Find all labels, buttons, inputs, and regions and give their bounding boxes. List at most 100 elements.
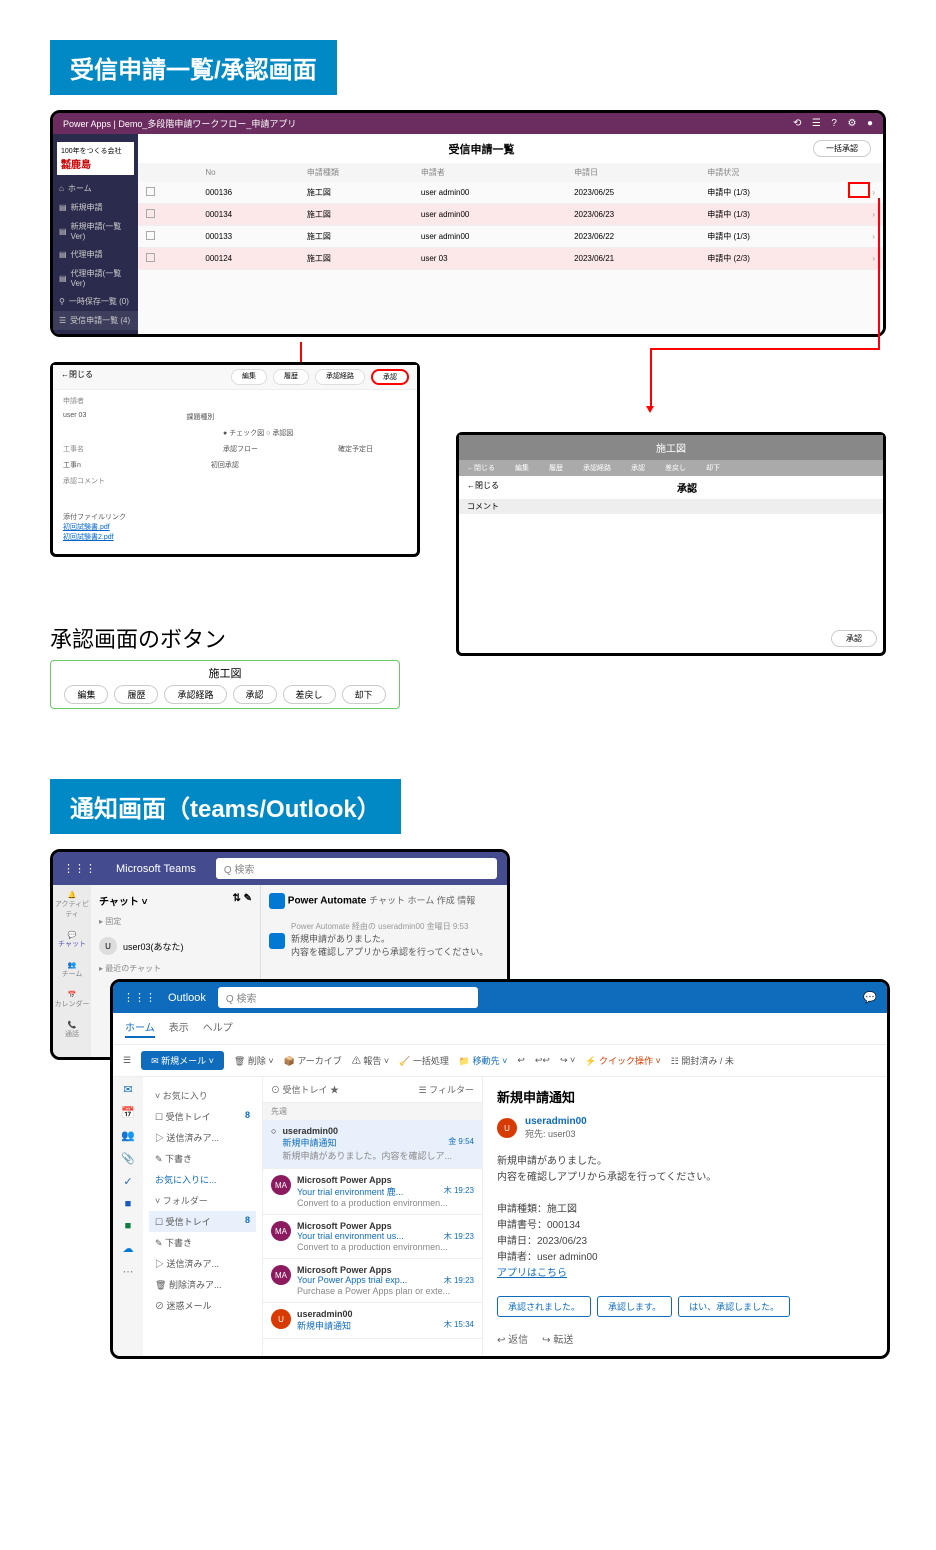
radio-approve[interactable]: 承認図 — [272, 430, 293, 437]
rail-activity[interactable]: 🔔アクティビティ — [53, 891, 91, 919]
folder-inbox2[interactable]: ☐ 受信トレイ8 — [149, 1211, 256, 1232]
chat-icon[interactable]: 💬 — [863, 991, 877, 1004]
onedrive-icon[interactable]: ☁ — [113, 1242, 143, 1255]
history-button[interactable]: 履歴 — [114, 685, 158, 704]
teams-search[interactable]: Q 検索 — [216, 858, 497, 879]
folder-sent[interactable]: ▷ 送信済みア... — [149, 1127, 256, 1148]
app-link[interactable]: アプリはこちら — [497, 1268, 567, 1279]
select-circle[interactable]: ○ — [271, 1126, 276, 1162]
comment-area[interactable] — [459, 514, 883, 624]
icon2[interactable]: ☰ — [812, 118, 821, 129]
radio-check[interactable]: チェック図 — [229, 430, 264, 437]
nav-proxy[interactable]: ▤代理申請 — [53, 245, 138, 264]
close-button[interactable]: ←閉じる — [61, 369, 93, 385]
menu-icon[interactable]: ☰ — [123, 1055, 131, 1066]
message-item[interactable]: ○ useradmin00新規申請通知金 9:54新規申請がありました。内容を確… — [263, 1120, 482, 1169]
folder-inbox[interactable]: ☐ 受信トレイ8 — [149, 1106, 256, 1127]
todo-icon[interactable]: ✓ — [113, 1175, 143, 1188]
archive-button[interactable]: 📦 アーカイブ — [284, 1054, 342, 1067]
rail-chat[interactable]: 💬チャット — [53, 931, 91, 949]
add-favorite[interactable]: お気に入りに... — [149, 1169, 256, 1190]
message-item[interactable]: U useradmin00新規申請通知木 15:34 — [263, 1303, 482, 1339]
excel-icon[interactable]: ■ — [113, 1220, 143, 1232]
approve-button[interactable]: 承認 — [233, 685, 277, 704]
outlook-search[interactable]: Q 検索 — [218, 987, 478, 1008]
forward-button[interactable]: ↪ 転送 — [542, 1331, 573, 1346]
filter-button[interactable]: ☰ フィルター — [419, 1083, 474, 1096]
reply-icon[interactable]: ↩ — [517, 1055, 525, 1066]
return-button[interactable]: 差戻し — [283, 685, 336, 704]
rail-calls[interactable]: 📞通話 — [53, 1021, 91, 1039]
file-link[interactable]: 初回試験書2.pdf — [63, 532, 407, 542]
nav-inbox[interactable]: ☰受信申請一覧 (4) — [53, 311, 138, 330]
tab-edit[interactable]: 編集 — [231, 369, 267, 385]
pa-tabs[interactable]: チャット ホーム 作成 情報 — [369, 896, 475, 906]
folder-deleted[interactable]: 🗑 削除済みア... — [149, 1274, 256, 1295]
sweep-button[interactable]: 🧹 一括処理 — [399, 1054, 449, 1067]
new-mail-button[interactable]: ✉ 新規メール ˅ — [141, 1051, 224, 1070]
folder-draft2[interactable]: ✎ 下書き — [149, 1232, 256, 1253]
reply-button[interactable]: ↩ 返信 — [497, 1331, 528, 1346]
approve-button[interactable]: 承認 — [831, 630, 877, 647]
tab-approve[interactable]: 承認 — [371, 369, 409, 385]
waffle-icon[interactable]: ⋮⋮⋮ — [123, 991, 156, 1004]
gear-icon[interactable]: ⚙ — [847, 118, 856, 129]
tab-route[interactable]: 承認経路 — [315, 369, 365, 385]
nav-home[interactable]: ⌂ホーム — [53, 179, 138, 198]
checkbox[interactable] — [146, 253, 155, 262]
chevron-right-icon[interactable]: › — [839, 204, 883, 226]
message-item[interactable]: MA Microsoft Power AppsYour trial enviro… — [263, 1215, 482, 1259]
chevron-right-icon[interactable]: › — [839, 248, 883, 270]
icon1[interactable]: ⟲ — [793, 118, 801, 129]
checkbox[interactable] — [146, 231, 155, 240]
suggested-reply[interactable]: 承認します。 — [597, 1296, 672, 1317]
edit-button[interactable]: 編集 — [64, 685, 108, 704]
chat-user[interactable]: Uuser03(あなた) — [99, 937, 252, 955]
folder-sent2[interactable]: ▷ 送信済みア... — [149, 1253, 256, 1274]
attach-icon[interactable]: 📎 — [113, 1152, 143, 1165]
move-button[interactable]: 📁 移動先 ˅ — [459, 1054, 508, 1067]
help-icon[interactable]: ? — [831, 118, 837, 129]
tab-view[interactable]: 表示 — [169, 1019, 189, 1038]
calendar-icon[interactable]: 📅 — [113, 1106, 143, 1119]
read-button[interactable]: ☷ 開封済み / 未 — [671, 1054, 734, 1067]
forward-icon[interactable]: ↪ ˅ — [560, 1055, 575, 1066]
mail-icon[interactable]: ✉ — [113, 1083, 143, 1096]
route-button[interactable]: 承認経路 — [164, 685, 226, 704]
delete-button[interactable]: 🗑 削除 ˅ — [234, 1054, 274, 1067]
checkbox[interactable] — [146, 187, 155, 196]
file-link[interactable]: 初回試験書.pdf — [63, 522, 407, 532]
quick-button[interactable]: ⚡ クイック操作 ˅ — [585, 1054, 661, 1067]
table-row[interactable]: 000134施工図user admin002023/06/23申請中 (1/3)… — [138, 204, 883, 226]
bulk-approve-button[interactable]: 一括承認 — [813, 140, 871, 157]
folders-header[interactable]: ˅ フォルダー — [149, 1190, 256, 1211]
replyall-icon[interactable]: ↩↩ — [535, 1055, 550, 1066]
rail-teams[interactable]: 👥チーム — [53, 961, 91, 979]
table-row[interactable]: 000124施工図user 032023/06/21申請中 (2/3)› — [138, 248, 883, 270]
user-icon[interactable]: ● — [867, 118, 873, 129]
chevron-right-icon[interactable]: › — [839, 226, 883, 248]
tab-help[interactable]: ヘルプ — [203, 1019, 233, 1038]
message-item[interactable]: MA Microsoft Power AppsYour trial enviro… — [263, 1169, 482, 1215]
waffle-icon[interactable]: ⋮⋮⋮ — [63, 862, 96, 875]
message-item[interactable]: MA Microsoft Power AppsYour Power Apps t… — [263, 1259, 482, 1303]
nav-proxy-list[interactable]: ▤代理申請(一覧Ver) — [53, 264, 138, 292]
tab-home[interactable]: ホーム — [125, 1019, 155, 1038]
filter-icon[interactable]: ⇅ ✎ — [232, 893, 252, 908]
nav-draft[interactable]: ⚲一時保存一覧 (0) — [53, 292, 138, 311]
checkbox[interactable] — [146, 209, 155, 218]
people-icon[interactable]: 👥 — [113, 1129, 143, 1142]
suggested-reply[interactable]: 承認されました。 — [497, 1296, 591, 1317]
rail-calendar[interactable]: 📅カレンダー — [53, 991, 91, 1009]
close-button[interactable]: ←閉じる — [467, 480, 499, 495]
favorites-header[interactable]: ˅ お気に入り — [149, 1085, 256, 1106]
table-row[interactable]: 000133施工図user admin002023/06/22申請中 (1/3)… — [138, 226, 883, 248]
reject-button[interactable]: 却下 — [342, 685, 386, 704]
word-icon[interactable]: ■ — [113, 1198, 143, 1210]
report-button[interactable]: ⚠ 報告 ˅ — [352, 1054, 389, 1067]
folder-draft[interactable]: ✎ 下書き — [149, 1148, 256, 1169]
nav-new-list[interactable]: ▤新規申請(一覧Ver) — [53, 217, 138, 245]
more-icon[interactable]: ⋯ — [113, 1265, 143, 1278]
folder-junk[interactable]: ⊘ 迷惑メール — [149, 1295, 256, 1316]
suggested-reply[interactable]: はい、承認しました。 — [678, 1296, 790, 1317]
